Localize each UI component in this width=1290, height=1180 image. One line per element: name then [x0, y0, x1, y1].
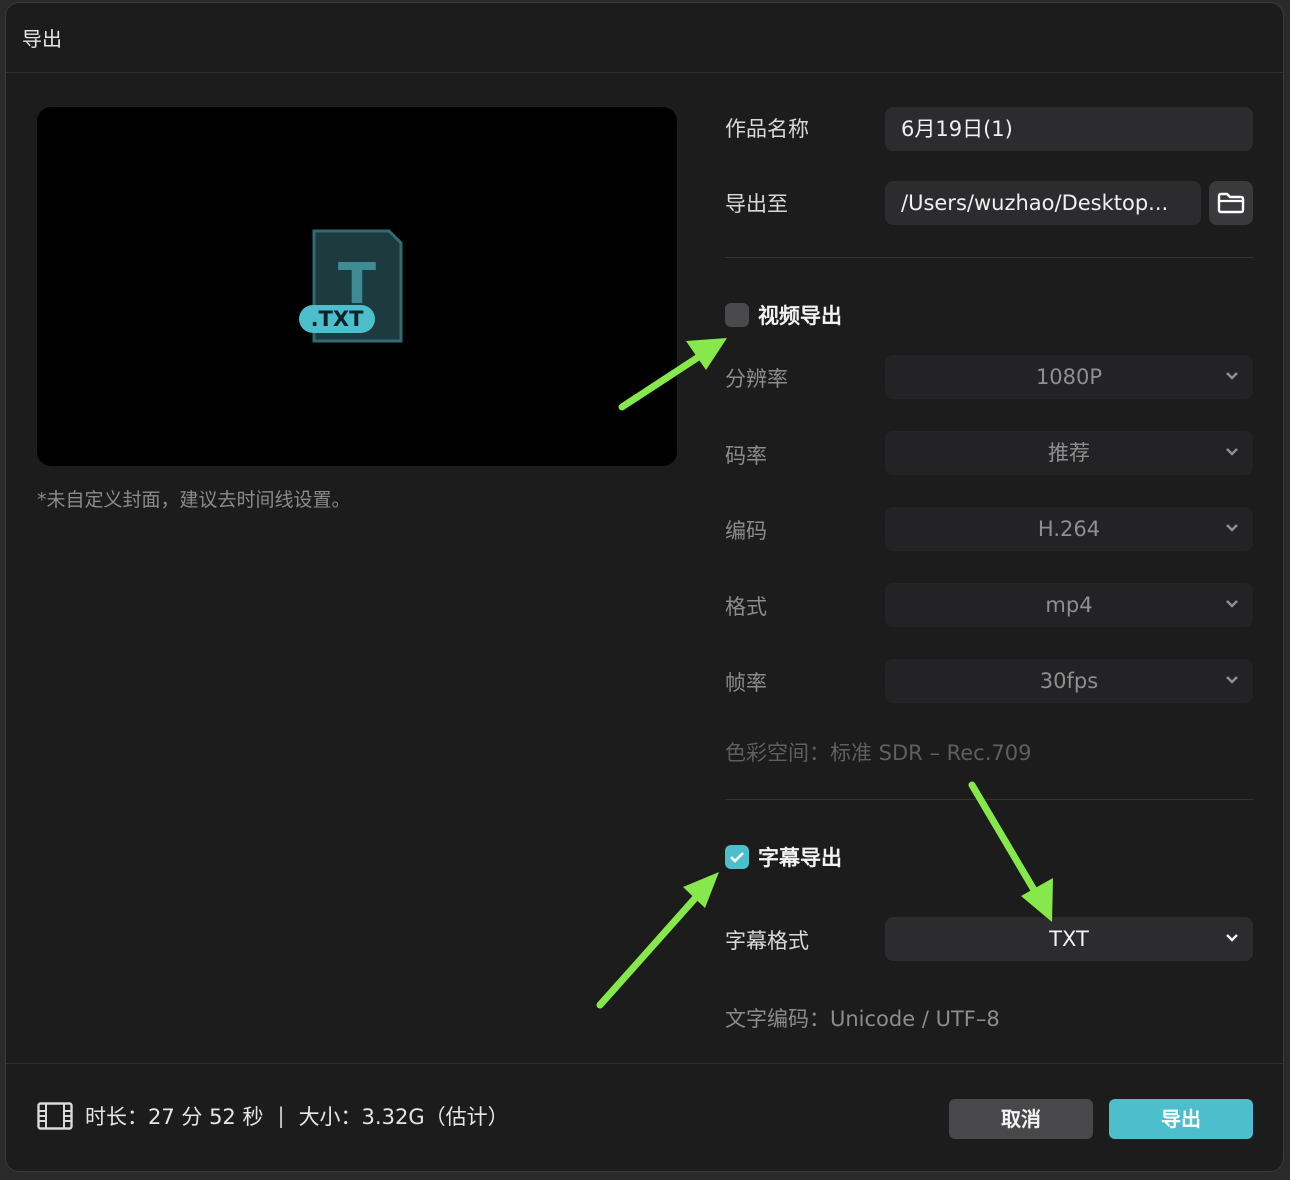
bitrate-select[interactable]: 推荐 — [885, 431, 1253, 475]
chevron-down-icon — [1226, 372, 1238, 380]
folder-icon — [1217, 192, 1245, 214]
format-label: 格式 — [725, 595, 767, 619]
browse-folder-button[interactable] — [1209, 181, 1253, 225]
text-encoding-info: 文字编码：Unicode / UTF–8 — [725, 1007, 1000, 1031]
subtitle-format-label: 字幕格式 — [725, 929, 809, 953]
framerate-select[interactable]: 30fps — [885, 659, 1253, 703]
video-export-checkbox[interactable] — [725, 303, 749, 327]
film-icon — [37, 1102, 73, 1130]
subtitle-export-checkbox[interactable] — [725, 845, 749, 869]
stats-separator: | — [277, 1104, 285, 1128]
export-dialog: 导出 T .TXT *未自定义封面，建议去时间线设置。 作品名称 6月19日(1… — [5, 2, 1284, 1172]
duration-text: 时长：27 分 52 秒 — [85, 1105, 264, 1129]
resolution-select[interactable]: 1080P — [885, 355, 1253, 399]
footer-divider — [6, 1063, 1283, 1064]
chevron-down-icon — [1226, 600, 1238, 608]
framerate-label: 帧率 — [725, 671, 767, 695]
subtitle-format-select[interactable]: TXT — [885, 917, 1253, 961]
title-bar: 导出 — [6, 3, 1283, 73]
txt-icon-label: .TXT — [311, 307, 364, 331]
chevron-down-icon — [1226, 524, 1238, 532]
codec-select[interactable]: H.264 — [885, 507, 1253, 551]
export-button[interactable]: 导出 — [1109, 1099, 1253, 1139]
export-path-input[interactable]: /Users/wuzhao/Desktop... — [885, 181, 1201, 225]
codec-label: 编码 — [725, 519, 767, 543]
divider-top — [725, 257, 1253, 258]
export-stats: 时长：27 分 52 秒 | 大小：3.32G（估计） — [37, 1101, 509, 1131]
checkmark-icon — [730, 852, 744, 863]
video-export-label: 视频导出 — [758, 304, 842, 328]
cover-note: *未自定义封面，建议去时间线设置。 — [37, 489, 351, 511]
chevron-down-icon — [1226, 448, 1238, 456]
txt-file-icon: T .TXT — [299, 229, 403, 343]
format-select[interactable]: mp4 — [885, 583, 1253, 627]
size-text: 大小：3.32G（估计） — [298, 1105, 509, 1129]
resolution-label: 分辨率 — [725, 367, 788, 391]
subtitle-format-value: TXT — [1049, 927, 1089, 951]
bitrate-value: 推荐 — [1048, 441, 1090, 465]
framerate-value: 30fps — [1039, 669, 1099, 693]
video-export-toggle[interactable]: 视频导出 — [725, 300, 842, 330]
project-name-input[interactable]: 6月19日(1) — [885, 107, 1253, 151]
divider-middle — [725, 799, 1253, 800]
dialog-title: 导出 — [22, 27, 62, 51]
format-value: mp4 — [1045, 593, 1093, 617]
chevron-down-icon — [1226, 676, 1238, 684]
name-label: 作品名称 — [725, 117, 809, 141]
codec-value: H.264 — [1037, 517, 1101, 541]
cancel-button[interactable]: 取消 — [949, 1099, 1093, 1139]
subtitle-export-label: 字幕导出 — [758, 846, 842, 870]
subtitle-export-toggle[interactable]: 字幕导出 — [725, 842, 842, 872]
bitrate-label: 码率 — [725, 444, 767, 468]
resolution-value: 1080P — [1035, 365, 1103, 389]
color-space-info: 色彩空间：标准 SDR – Rec.709 — [725, 741, 1032, 765]
export-to-label: 导出至 — [725, 192, 788, 216]
cover-preview: T .TXT — [37, 107, 677, 466]
chevron-down-icon — [1226, 934, 1238, 942]
